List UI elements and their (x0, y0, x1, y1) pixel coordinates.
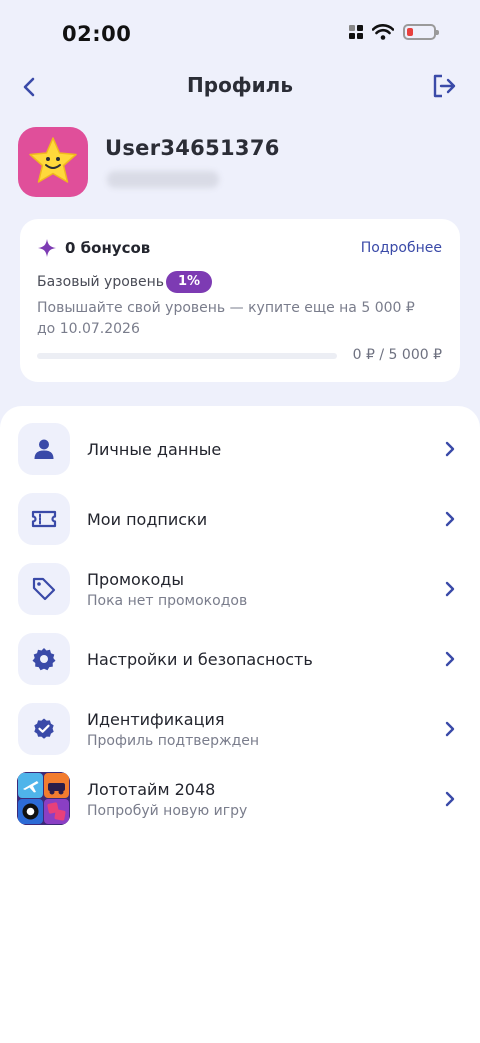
verified-check-icon (18, 703, 70, 755)
chevron-right-icon (445, 581, 455, 597)
menu-item-subscriptions[interactable]: Мои подписки (0, 493, 480, 549)
logout-icon (433, 74, 456, 98)
bonus-card: 0 бонусов Подробнее Базовый уровень 1% П… (20, 219, 460, 382)
chevron-right-icon (445, 441, 455, 457)
menu-item-subtitle: Пока нет промокодов (87, 593, 248, 609)
menu-item-title: Настройки и безопасность (87, 650, 313, 669)
menu-item-title: Мои подписки (87, 510, 208, 529)
username: User34651376 (105, 136, 280, 160)
level-badge: 1% (166, 271, 213, 293)
sparkle-icon (38, 239, 56, 257)
chevron-right-icon (445, 791, 455, 807)
game-app-icon (17, 772, 70, 825)
menu-item-subtitle: Профиль подтвержден (87, 733, 260, 749)
logout-button[interactable] (428, 70, 460, 102)
chevron-right-icon (445, 651, 455, 667)
status-time: 02:00 (62, 22, 132, 46)
menu-item-title: Идентификация (87, 710, 225, 729)
tag-icon (18, 563, 70, 615)
menu-item-identification[interactable]: Идентификация Профиль подтвержден (0, 703, 480, 759)
menu-item-promocodes[interactable]: Промокоды Пока нет промокодов (0, 563, 480, 619)
progress-text: 0 ₽ / 5 000 ₽ (352, 347, 442, 363)
menu-item-subtitle: Попробуй новую игру (87, 803, 248, 819)
avatar[interactable] (18, 127, 88, 197)
menu-item-personal-data[interactable]: Личные данные (0, 423, 480, 479)
level-description: Повышайте свой уровень — купите еще на 5… (37, 300, 415, 337)
menu-item-title: Личные данные (87, 440, 222, 459)
menu-item-title: Лототайм 2048 (87, 780, 216, 799)
menu-item-settings[interactable]: Настройки и безопасность (0, 633, 480, 689)
profile-menu: Личные данные Мои подписки Промокоды Пок… (0, 406, 480, 1043)
wifi-icon (372, 24, 394, 40)
page-title: Профиль (187, 73, 293, 97)
battery-icon (403, 24, 439, 40)
level-label: Базовый уровень (37, 274, 165, 290)
ticket-icon (18, 493, 70, 545)
star-face-icon (29, 137, 77, 183)
chevron-right-icon (445, 511, 455, 527)
bonus-count: 0 бонусов (65, 239, 151, 257)
user-icon (18, 423, 70, 475)
level-progress-bar (37, 353, 337, 359)
details-link[interactable]: Подробнее (361, 240, 442, 256)
menu-item-lototime[interactable]: Лототайм 2048 Попробуй новую игру (0, 772, 480, 829)
cellular-signal-icon (349, 25, 363, 39)
chevron-right-icon (445, 721, 455, 737)
menu-item-title: Промокоды (87, 570, 184, 589)
blurred-phone (107, 171, 219, 188)
gear-icon (18, 633, 70, 685)
status-icons (349, 24, 439, 40)
